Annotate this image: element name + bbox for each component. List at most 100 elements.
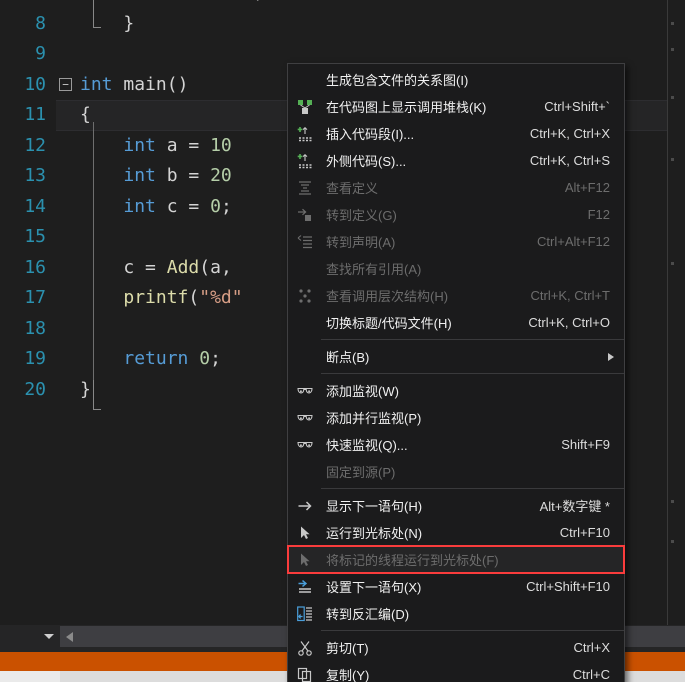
scroll-mark: [671, 500, 674, 503]
menu-item-11[interactable]: 断点(B): [288, 343, 624, 370]
menu-item-label: 复制(Y): [326, 668, 370, 682]
line-number: 18: [24, 317, 46, 339]
menu-item-shortcut: Ctrl+Shift+`: [544, 99, 610, 114]
menu-item-label: 显示下一语句(H): [326, 499, 423, 514]
peek-definition-icon: [290, 174, 320, 201]
menu-item-2[interactable]: 插入代码段(I)... Ctrl+K, Ctrl+X: [288, 120, 624, 147]
menu-item-shortcut: Ctrl+Alt+F12: [537, 234, 610, 249]
line-number: 16: [24, 256, 46, 278]
menu-item-label: 插入代码段(I)...: [326, 127, 415, 142]
line-number: 19: [24, 348, 46, 369]
menu-item-25[interactable]: 复制(Y) Ctrl+C: [288, 661, 624, 682]
code-text: printf("%d": [123, 287, 243, 308]
menu-item-1[interactable]: 在代码图上显示调用堆栈(K) Ctrl+Shift+`: [288, 93, 624, 120]
line-number: 11: [24, 104, 46, 125]
menu-item-9[interactable]: 切换标题/代码文件(H) Ctrl+K, Ctrl+O: [288, 309, 624, 336]
code-text: int c = 0;: [123, 195, 232, 217]
menu-item-8: 查看调用层次结构(H) Ctrl+K, Ctrl+T: [288, 282, 624, 309]
editor-scroll-annotation-bar[interactable]: [667, 0, 685, 625]
fold-toggle-icon[interactable]: −: [59, 77, 72, 91]
menu-item-18[interactable]: 显示下一语句(H) Alt+数字键 *: [288, 492, 624, 519]
menu-item-label: 切换标题/代码文件(H): [326, 316, 452, 331]
menu-separator: [321, 339, 624, 340]
menu-item-label: 查看调用层次结构(H): [326, 289, 449, 304]
menu-item-label: 快速监视(Q)...: [326, 438, 408, 453]
menu-item-shortcut: Ctrl+X: [573, 640, 610, 655]
run-to-cursor-icon: [290, 519, 320, 546]
line-number: 20: [24, 378, 46, 400]
menu-item-13[interactable]: 添加监视(W): [288, 377, 624, 404]
menu-item-label: 添加并行监视(P): [326, 411, 422, 426]
line-number: 10: [24, 73, 46, 95]
line-number: 12: [24, 134, 46, 156]
line-number: 15: [24, 226, 46, 247]
menu-item-shortcut: Ctrl+K, Ctrl+O: [528, 315, 610, 330]
scroll-mark: [671, 22, 674, 25]
line-number: 17: [24, 287, 46, 308]
menu-item-shortcut: Ctrl+K, Ctrl+T: [530, 288, 610, 303]
watch-icon: [290, 377, 320, 404]
menu-item-24[interactable]: 剪切(T) Ctrl+X: [288, 634, 624, 661]
menu-separator: [321, 373, 624, 374]
menu-item-shortcut: Ctrl+K, Ctrl+X: [529, 126, 610, 141]
scroll-left-arrow-icon[interactable]: [66, 631, 73, 642]
show-next-statement-icon: [290, 492, 320, 519]
watch-icon: [290, 431, 320, 458]
menu-item-label: 外侧代码(S)...: [326, 154, 407, 169]
menu-item-shortcut: Shift+F9: [561, 437, 610, 452]
call-hierarchy-icon: [290, 282, 320, 309]
menu-item-16: 固定到源(P): [288, 458, 624, 485]
menu-item-3[interactable]: 外侧代码(S)... Ctrl+K, Ctrl+S: [288, 147, 624, 174]
menu-item-shortcut: F12: [587, 207, 610, 222]
disassembly-icon: [290, 600, 320, 627]
menu-item-14[interactable]: 添加并行监视(P): [288, 404, 624, 431]
line-number: 8: [35, 12, 46, 34]
goto-definition-icon: [290, 201, 320, 228]
menu-item-shortcut: Ctrl+Shift+F10: [526, 579, 610, 594]
code-text: return 0;: [123, 348, 221, 369]
menu-item-label: 生成包含文件的关系图(I): [326, 73, 469, 88]
menu-item-label: 断点(B): [326, 350, 370, 365]
menu-item-4: 查看定义 Alt+F12: [288, 174, 624, 201]
scroll-mark: [671, 48, 674, 51]
menu-item-shortcut: Alt+数字键 *: [539, 499, 610, 514]
menu-item-22[interactable]: 转到反汇编(D): [288, 600, 624, 627]
line-number: 13: [24, 165, 46, 186]
code-text: }: [123, 12, 135, 34]
menu-item-icon-slot: [290, 343, 320, 370]
menu-item-6: 转到声明(A) Ctrl+Alt+F12: [288, 228, 624, 255]
menu-item-label: 在代码图上显示调用堆栈(K): [326, 100, 487, 115]
menu-item-label: 添加监视(W): [326, 384, 399, 399]
menu-item-shortcut: Ctrl+K, Ctrl+S: [529, 153, 610, 168]
chevron-down-icon: [44, 634, 54, 639]
run-flagged-to-cursor-icon: [290, 546, 320, 573]
watch-icon: [290, 404, 320, 431]
line-number: 9: [35, 43, 46, 64]
menu-item-label: 查找所有引用(A): [326, 262, 422, 277]
menu-item-label: 固定到源(P): [326, 465, 396, 480]
surround-with-icon: [290, 147, 320, 174]
code-text: int main(): [80, 73, 189, 95]
code-text: int a = 10: [123, 134, 232, 156]
taskbar-item[interactable]: [0, 671, 60, 682]
menu-item-0[interactable]: 生成包含文件的关系图(I): [288, 66, 624, 93]
visual-studio-window: 7 return 2;8 }910−int main()11{12 int a …: [0, 0, 685, 682]
code-text: c = Add(a,: [123, 256, 232, 278]
code-line[interactable]: 8 }: [0, 9, 685, 40]
menu-separator: [321, 488, 624, 489]
line-number: 7: [0, 0, 46, 9]
menu-item-21[interactable]: 设置下一语句(X) Ctrl+Shift+F10: [288, 573, 624, 600]
context-menu[interactable]: 生成包含文件的关系图(I) 在代码图上显示调用堆栈(K) Ctrl+Shift+` 插…: [287, 63, 625, 682]
cut-icon: [290, 634, 320, 661]
menu-item-shortcut: Alt+F12: [564, 180, 610, 195]
menu-item-19[interactable]: 运行到光标处(N) Ctrl+F10: [288, 519, 624, 546]
code-text: {: [80, 104, 91, 125]
scrollbar-zoom-dropdown[interactable]: [0, 625, 60, 648]
menu-separator: [321, 630, 624, 631]
menu-item-15[interactable]: 快速监视(Q)... Shift+F9: [288, 431, 624, 458]
menu-item-5: 转到定义(G) F12: [288, 201, 624, 228]
copy-icon: [290, 661, 320, 682]
menu-item-7: 查找所有引用(A): [288, 255, 624, 282]
code-line[interactable]: 7 return 2;: [0, 0, 685, 9]
menu-item-label: 转到定义(G): [326, 208, 397, 223]
